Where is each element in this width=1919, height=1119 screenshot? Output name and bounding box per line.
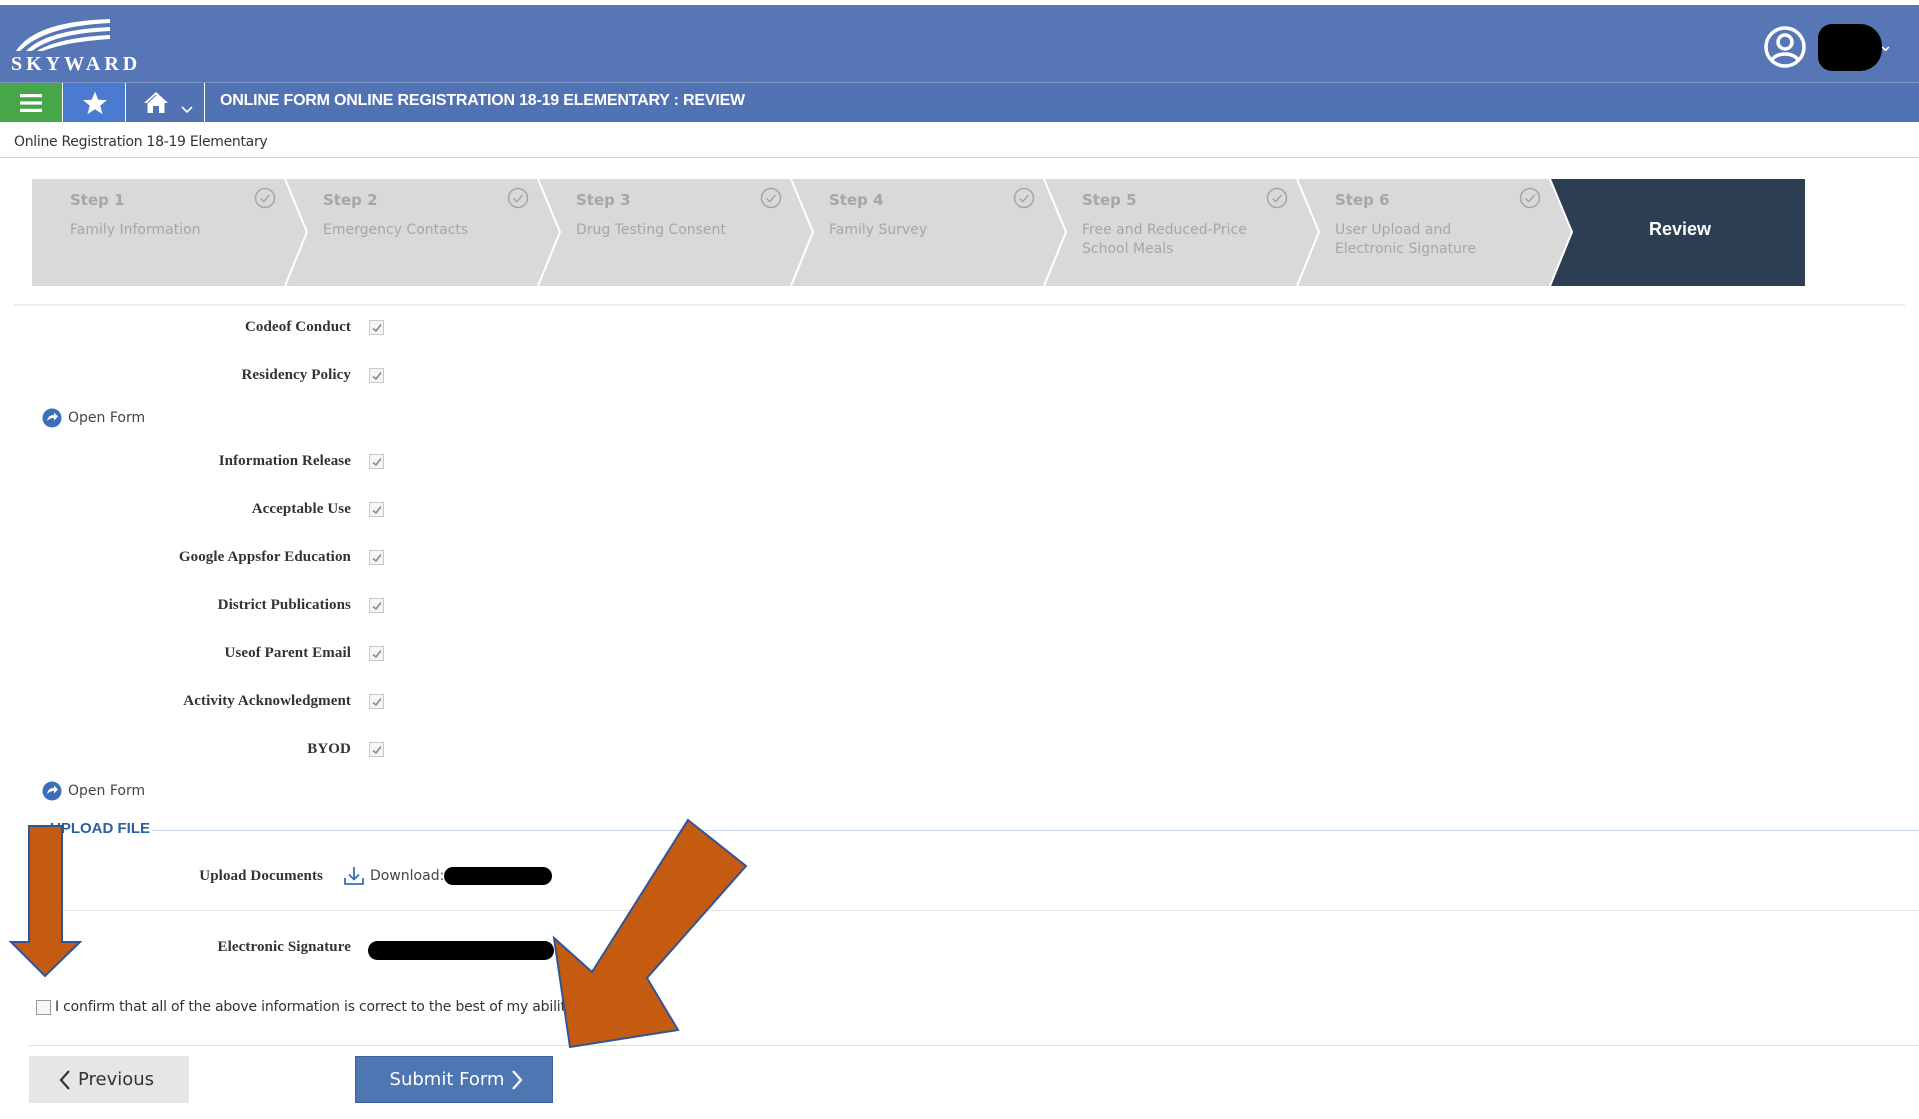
policy-checkbox (369, 694, 384, 709)
step-label: Step 4 (829, 191, 884, 209)
logo-wordmark: SKYWARD (11, 53, 142, 75)
step-label: Review (1649, 219, 1712, 239)
check-circle-icon (1519, 187, 1541, 209)
step-label: Step 3 (576, 191, 631, 209)
download-label: Download: (370, 868, 445, 884)
user-avatar-icon[interactable] (1763, 25, 1807, 69)
policy-checkbox (369, 502, 384, 517)
confirm-text: I confirm that all of the above informat… (55, 999, 574, 1015)
field-label: District Publications (217, 597, 351, 613)
open-form-label: Open Form (68, 783, 146, 799)
divider (14, 304, 1905, 306)
electronic-signature-label: Electronic Signature (217, 939, 351, 955)
field-label: Codeof Conduct (245, 319, 351, 335)
confirm-checkbox[interactable] (36, 999, 51, 1015)
star-icon (82, 91, 107, 114)
menu-button[interactable] (0, 83, 63, 122)
check-icon (372, 506, 382, 515)
field-label: Information Release (218, 453, 351, 469)
arrow-diagonal-icon (552, 818, 748, 1049)
skyward-logo[interactable]: SKYWARD (10, 17, 137, 77)
redacted-signature (368, 941, 554, 960)
top-banner: SKYWARD ⌄ (0, 5, 1919, 82)
policy-checkbox (369, 320, 384, 335)
arrow-down-icon (8, 825, 83, 978)
step-label: Step 5 (1082, 191, 1137, 209)
check-icon (372, 602, 382, 611)
field-label: Residency Policy (241, 367, 351, 383)
breadcrumb: Online Registration 18-19 Elementary (14, 134, 268, 150)
divider (0, 157, 1919, 158)
check-icon (372, 554, 382, 563)
submit-form-button[interactable]: Submit Form (355, 1056, 553, 1103)
home-button[interactable] (127, 83, 205, 122)
check-icon (372, 372, 382, 381)
chevron-down-icon (181, 105, 193, 113)
previous-button[interactable]: Previous (29, 1056, 189, 1103)
check-circle-icon (1266, 187, 1288, 209)
hamburger-icon (20, 93, 42, 112)
section-divider (152, 830, 1919, 831)
open-form-link[interactable]: Open Form (42, 781, 145, 801)
chevron-down-icon[interactable]: ⌄ (1878, 35, 1893, 56)
nav-bar: ONLINE FORM ONLINE REGISTRATION 18-19 EL… (0, 82, 1919, 122)
check-circle-icon (507, 187, 529, 209)
previous-label: Previous (77, 1069, 155, 1090)
confirm-checkbox-row[interactable]: I confirm that all of the above informat… (36, 999, 574, 1015)
step-description: Family Information (70, 222, 201, 238)
step-description: Free and Reduced-Price School Meals (1082, 222, 1247, 257)
redacted-filename (444, 867, 552, 885)
check-icon (372, 746, 382, 755)
field-label: Google Appsfor Education (178, 549, 351, 565)
section-title: UPLOAD FILE (50, 820, 150, 837)
open-form-icon (42, 408, 62, 428)
policy-checkbox (369, 646, 384, 661)
step-label: Step 6 (1335, 191, 1390, 209)
check-circle-icon (760, 187, 782, 209)
check-icon (372, 458, 382, 467)
divider (28, 910, 1919, 911)
check-icon (372, 650, 382, 659)
user-name-redacted[interactable] (1818, 24, 1882, 71)
policy-checkbox (369, 454, 384, 469)
step-label: Step 2 (323, 191, 378, 209)
chevron-left-icon (59, 1069, 70, 1090)
step-description: User Upload and Electronic Signature (1335, 222, 1476, 257)
policy-checkbox (369, 742, 384, 757)
step-description: Drug Testing Consent (576, 222, 726, 238)
divider (28, 1045, 1919, 1046)
policy-checkbox (369, 598, 384, 613)
step-description: Family Survey (829, 222, 928, 238)
check-icon (372, 324, 382, 333)
submit-label: Submit Form (389, 1069, 505, 1090)
step-wizard: Step 1 Family Information Step 2 Emergen… (32, 179, 1805, 286)
chevron-right-icon (512, 1069, 523, 1090)
check-circle-icon (1013, 187, 1035, 209)
step-description: Emergency Contacts (323, 222, 469, 238)
step-label: Step 1 (70, 191, 125, 209)
favorites-button[interactable] (64, 83, 126, 122)
app-window: SKYWARD ⌄ ONLINE FORM ONLINE REGISTRATIO… (0, 0, 1919, 1119)
field-label: Activity Acknowledgment (183, 693, 351, 709)
field-label: Useof Parent Email (224, 645, 351, 661)
upload-documents-label: Upload Documents (199, 868, 323, 884)
open-form-label: Open Form (68, 410, 146, 426)
download-link[interactable]: Download: (343, 865, 444, 887)
field-label: Acceptable Use (251, 501, 351, 517)
policy-checkbox (369, 550, 384, 565)
page-title: ONLINE FORM ONLINE REGISTRATION 18-19 EL… (220, 92, 745, 109)
open-form-icon (42, 781, 62, 801)
open-form-link[interactable]: Open Form (42, 408, 145, 428)
home-icon (144, 91, 168, 113)
policy-checkbox (369, 368, 384, 383)
field-label: BYOD (307, 741, 351, 757)
check-circle-icon (254, 187, 276, 209)
check-icon (372, 698, 382, 707)
download-icon (344, 867, 364, 885)
